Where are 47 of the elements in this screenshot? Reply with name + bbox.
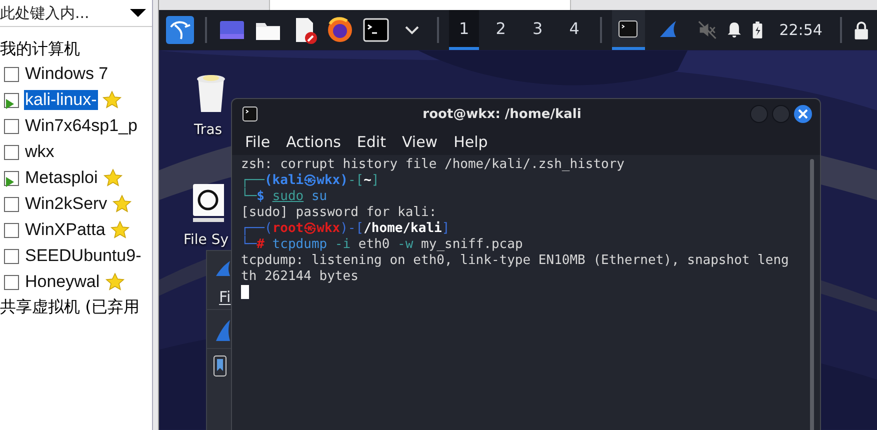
terminal-line: ┌──(kali㉿wkx)-[~]: [241, 173, 380, 188]
tree-item[interactable]: SEEDUbuntu9-: [24, 246, 142, 266]
fin-icon: [215, 259, 231, 277]
menu-item[interactable]: Edit: [356, 133, 386, 151]
workspace-button[interactable]: 2: [485, 10, 516, 50]
tree-item[interactable]: wkx: [24, 142, 56, 162]
terminal-icon: [242, 106, 258, 122]
menu-item[interactable]: File: [245, 133, 270, 151]
taskbar-item[interactable]: [612, 10, 646, 50]
terminal-line: └─$ sudo su: [241, 189, 328, 205]
muted-speaker-icon[interactable]: [697, 19, 718, 41]
terminal-line: [sudo] password for kali:: [241, 205, 438, 221]
terminal-line: ┌──(root㉿wkx)-[/home/kali]: [241, 221, 451, 236]
tree-item[interactable]: Windows 7: [24, 64, 110, 84]
workspace-button[interactable]: 3: [522, 10, 553, 50]
menu-item[interactable]: View: [402, 133, 438, 151]
tree-item[interactable]: 我的计算机: [0, 37, 152, 61]
text-cursor: [241, 285, 249, 300]
bookmark-icon[interactable]: [213, 355, 227, 377]
icon-label[interactable]: Tras: [194, 122, 222, 138]
terminal-line: tcpdump: listening on eth0, link-type EN10MB (Ethernet), snapshot leng: [241, 253, 790, 269]
workspace-button[interactable]: 1: [448, 10, 480, 50]
tree-item[interactable]: Honeywal: [24, 272, 101, 292]
tree-item[interactable]: Metasploi: [24, 168, 99, 188]
tree-item[interactable]: WinXPatta: [24, 220, 106, 240]
workspace-button[interactable]: 4: [558, 10, 590, 50]
tree-item[interactable]: Win7x64sp1_p: [24, 116, 138, 136]
terminal-line: zsh: corrupt history file /home/kali/.zsh_history: [241, 157, 626, 173]
icon-label[interactable]: File Sy: [183, 232, 229, 248]
scrollbar[interactable]: [810, 159, 814, 430]
close-icon: [798, 109, 808, 119]
tree-item[interactable]: 共享虚拟机 (已弃用: [0, 295, 152, 319]
terminal-line: └─# tcpdump -i eth0 -w my_sniff.pcap: [241, 237, 524, 253]
search-field[interactable]: 此处键入内...: [0, 4, 130, 22]
menu-item[interactable]: Help: [454, 133, 488, 151]
kali-logo-icon[interactable]: [165, 15, 195, 45]
terminal-icon: [618, 18, 638, 38]
tree-item[interactable]: kali-linux-: [24, 90, 98, 110]
close-button[interactable]: [794, 105, 812, 123]
clock[interactable]: 22:54: [779, 21, 822, 39]
tree-item[interactable]: Win2kServ: [24, 194, 108, 214]
menu-item[interactable]: Actions: [286, 133, 341, 151]
window-title: root@wkx: /home/kali: [422, 106, 582, 122]
menu-item[interactable]: Fi: [219, 288, 231, 306]
scrollbar[interactable]: [153, 0, 159, 430]
terminal-line: th 262144 bytes: [241, 269, 360, 285]
fin-icon: [658, 18, 678, 38]
